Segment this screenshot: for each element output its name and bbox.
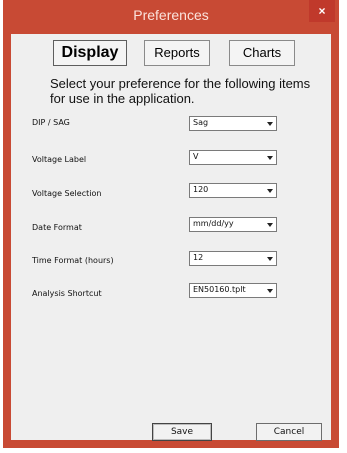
chevron-down-icon xyxy=(267,223,273,227)
dip-sag-select[interactable]: Sag xyxy=(189,116,277,131)
tab-display[interactable]: Display xyxy=(53,40,127,66)
analysis-shortcut-value: EN50160.tplt xyxy=(193,285,246,294)
time-format-select[interactable]: 12 xyxy=(189,251,277,266)
time-format-value: 12 xyxy=(193,253,204,262)
date-format-select[interactable]: mm/dd/yy xyxy=(189,217,277,232)
tab-display-label: Display xyxy=(61,44,119,61)
voltage-label-select[interactable]: V xyxy=(189,150,277,165)
dip-sag-label: DIP / SAG xyxy=(32,118,70,127)
cancel-button[interactable]: Cancel xyxy=(256,423,322,441)
voltage-selection-value: 120 xyxy=(193,185,209,194)
chevron-down-icon xyxy=(267,257,273,261)
voltage-selection-label: Voltage Selection xyxy=(32,189,102,198)
voltage-label-value: V xyxy=(193,152,199,161)
tab-charts-label: Charts xyxy=(242,45,282,60)
voltage-selection-select[interactable]: 120 xyxy=(189,183,277,198)
analysis-shortcut-label: Analysis Shortcut xyxy=(32,289,102,298)
title-bar[interactable]: Preferences × xyxy=(3,0,339,34)
dip-sag-value: Sag xyxy=(193,118,209,127)
time-format-label: Time Format (hours) xyxy=(32,256,114,265)
voltage-label-label: Voltage Label xyxy=(32,155,87,164)
chevron-down-icon xyxy=(267,289,273,293)
date-format-value: mm/dd/yy xyxy=(193,219,234,228)
tab-charts[interactable]: Charts xyxy=(229,40,295,66)
date-format-label: Date Format xyxy=(32,223,82,232)
analysis-shortcut-select[interactable]: EN50160.tplt xyxy=(189,283,277,298)
tab-reports-label: Reports xyxy=(154,45,200,60)
chevron-down-icon xyxy=(267,122,273,126)
intro-text: Select your preference for the following… xyxy=(50,76,311,106)
chevron-down-icon xyxy=(267,189,273,193)
tab-reports[interactable]: Reports xyxy=(144,40,210,66)
preferences-window: Preferences × Display Reports Charts Sel… xyxy=(3,0,339,448)
save-button[interactable]: Save xyxy=(152,423,212,441)
chevron-down-icon xyxy=(267,156,273,160)
window-title: Preferences xyxy=(133,7,209,23)
close-button[interactable]: × xyxy=(309,0,335,22)
dialog-body: Display Reports Charts Select your prefe… xyxy=(11,34,331,441)
